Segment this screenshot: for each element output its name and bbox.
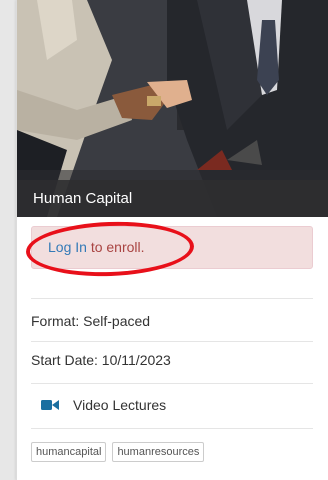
video-camera-icon <box>41 398 59 412</box>
course-card: Human Capital Log In to enroll. Format: … <box>16 0 328 480</box>
tag-humanresources[interactable]: humanresources <box>112 442 205 462</box>
tag-humancapital[interactable]: humancapital <box>31 442 107 462</box>
format-label: Format: Self-paced <box>31 313 151 329</box>
enroll-alert-text: to enroll. <box>86 239 145 255</box>
video-lectures-label: Video Lectures <box>73 397 167 413</box>
divider <box>31 383 313 384</box>
enroll-alert: Log In to enroll. <box>31 226 313 269</box>
divider <box>31 428 313 429</box>
course-hero-image[interactable]: Human Capital <box>17 0 328 217</box>
login-link[interactable]: Log In <box>48 239 87 255</box>
video-lectures-item: Video Lectures <box>31 397 166 413</box>
course-title[interactable]: Human Capital <box>33 190 132 207</box>
tag-list: humancapital humanresources <box>31 442 205 462</box>
divider <box>31 298 313 299</box>
start-date-label: Start Date: 10/11/2023 <box>31 352 171 368</box>
divider <box>31 341 313 342</box>
